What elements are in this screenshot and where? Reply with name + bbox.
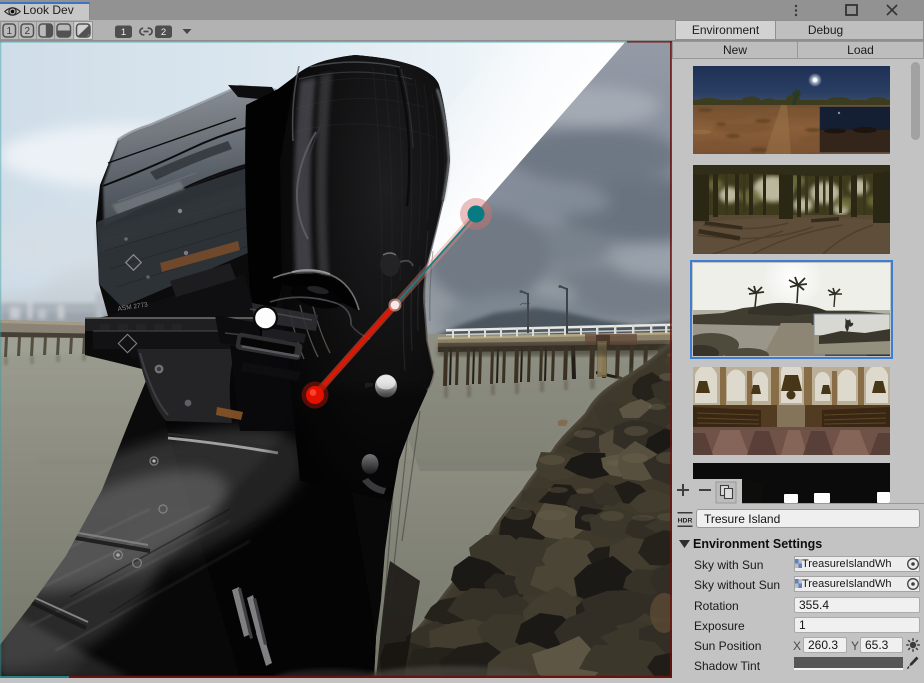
svg-text:2: 2 — [161, 27, 166, 38]
svg-text:1: 1 — [121, 27, 126, 38]
svg-text:1: 1 — [7, 26, 13, 37]
svg-text:2: 2 — [25, 26, 31, 37]
svg-text:HDR: HDR — [678, 518, 693, 525]
